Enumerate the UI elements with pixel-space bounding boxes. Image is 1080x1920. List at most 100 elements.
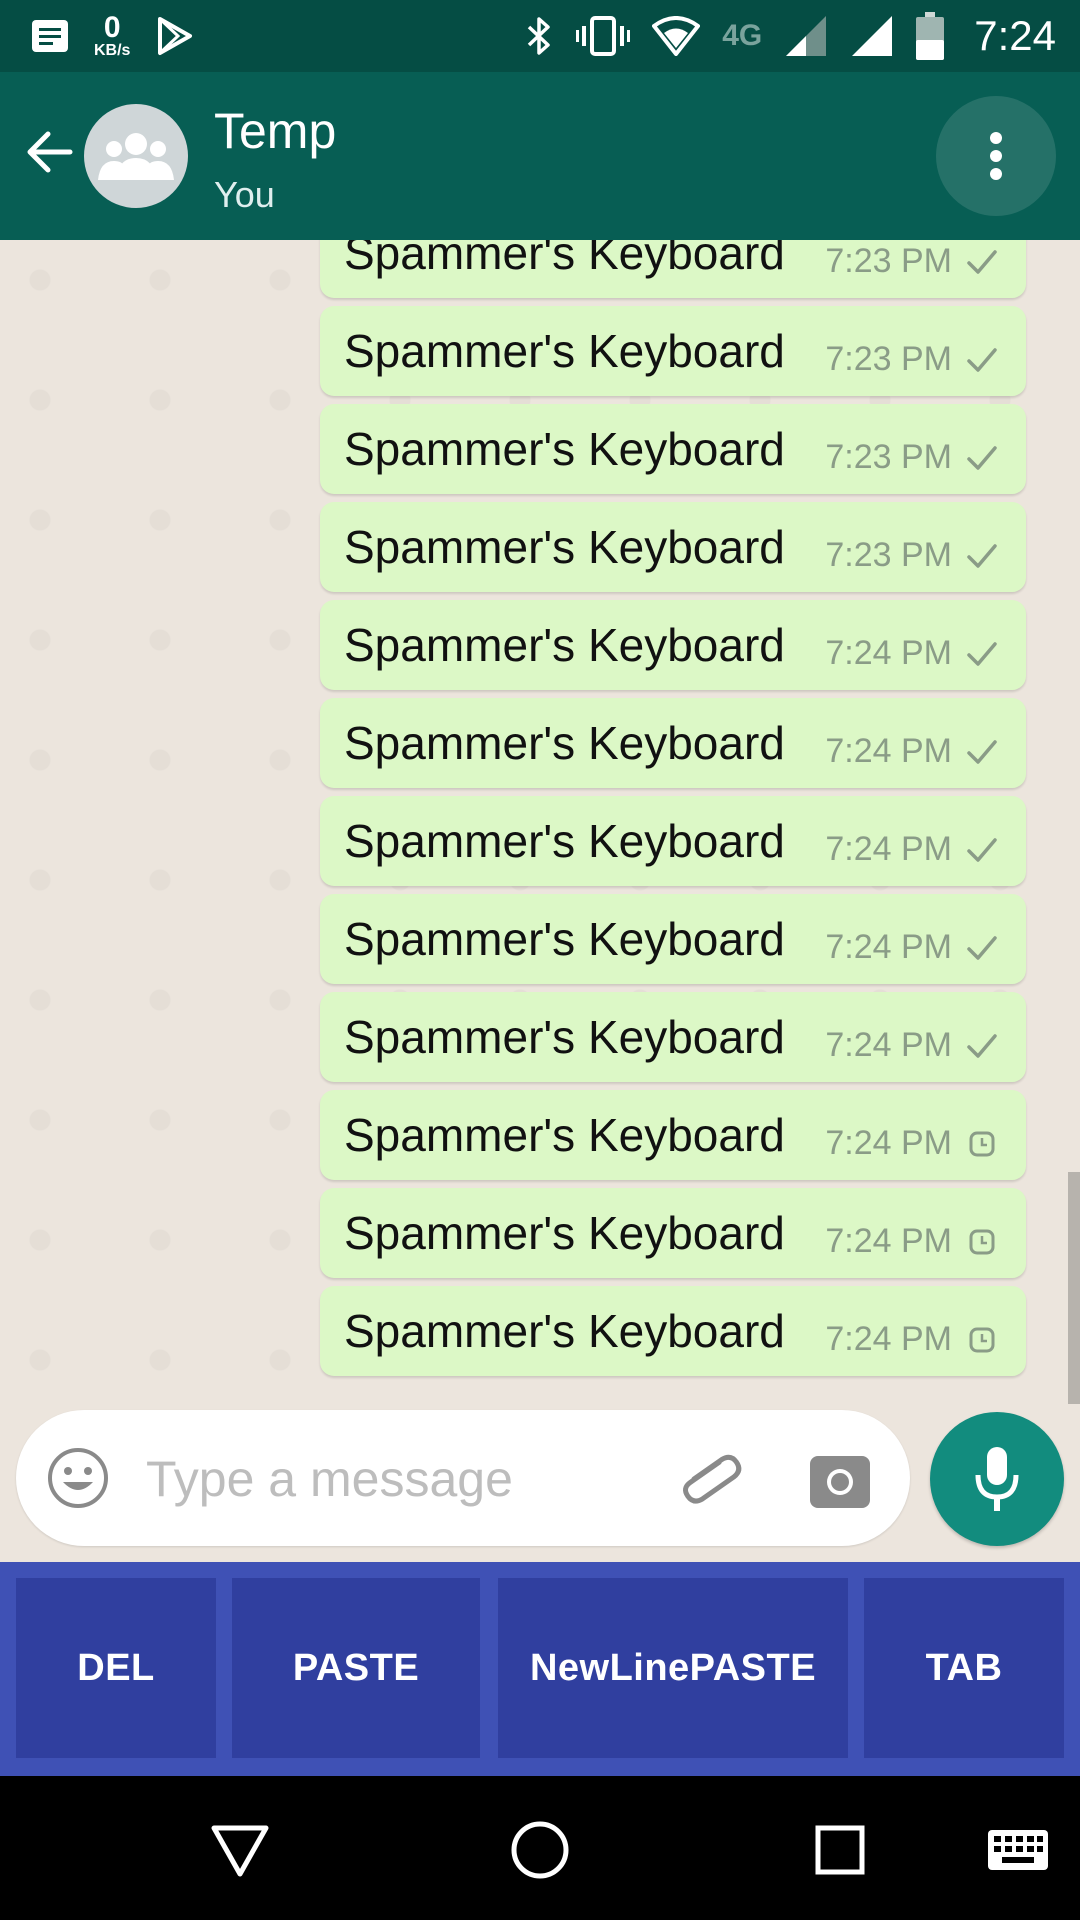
message-bubble[interactable]: Spammer's Keyboard 7:24 PM: [320, 796, 1026, 886]
network-type: 4G: [722, 19, 763, 52]
message-meta: 7:24 PM: [825, 830, 998, 869]
message-composer: [16, 1410, 910, 1546]
group-avatar-icon: [98, 133, 174, 180]
navigation-bar: [0, 1776, 1080, 1920]
status-left: 0 KB/s: [30, 0, 196, 72]
message-bubble[interactable]: Spammer's Keyboard 7:23 PM: [320, 306, 1026, 396]
clock-icon: [969, 1229, 995, 1254]
net-speed-value: 0: [103, 11, 121, 44]
message-bubble[interactable]: Spammer's Keyboard 7:24 PM: [320, 1188, 1026, 1278]
message-bubble[interactable]: Spammer's Keyboard 7:23 PM: [320, 240, 1026, 298]
message-time: 7:24 PM: [825, 732, 952, 770]
check-icon: [967, 543, 997, 568]
message-time: 7:23 PM: [825, 340, 952, 378]
message-meta: 7:24 PM: [825, 732, 998, 771]
mic-button[interactable]: [930, 1412, 1064, 1546]
home-circle-icon[interactable]: [508, 1818, 572, 1882]
chat-header: Temp You: [0, 72, 1080, 240]
message-bubble[interactable]: Spammer's Keyboard 7:24 PM: [320, 698, 1026, 788]
status-right: 4G 7:24: [524, 0, 1056, 72]
play-store-icon: [158, 17, 193, 55]
message-text: Spammer's Keyboard: [344, 1109, 785, 1161]
signal-full-icon: [852, 16, 893, 56]
message-text: Spammer's Keyboard: [344, 717, 785, 769]
check-icon: [967, 249, 997, 274]
key-tab[interactable]: TAB: [864, 1578, 1064, 1758]
custom-keyboard: DEL PASTE NewLinePASTE TAB: [0, 1562, 1080, 1776]
check-icon: [967, 641, 997, 666]
message-bubble[interactable]: Spammer's Keyboard 7:24 PM: [320, 600, 1026, 690]
status-bar: 0 KB/s 4G 7:24: [0, 0, 1080, 72]
keyboard-switch-icon[interactable]: [986, 1818, 1050, 1882]
check-icon: [967, 935, 997, 960]
attach-icon[interactable]: [676, 1448, 746, 1512]
back-arrow-icon[interactable]: [22, 124, 78, 180]
message-time: 7:23 PM: [825, 438, 952, 476]
vibrate-icon: [576, 16, 631, 56]
signal-icon: [786, 16, 827, 56]
notification-icon: [32, 20, 68, 52]
message-time: 7:24 PM: [825, 830, 952, 868]
more-vert-icon: [990, 132, 1002, 180]
message-bubble[interactable]: Spammer's Keyboard 7:23 PM: [320, 502, 1026, 592]
scrollbar-thumb[interactable]: [1068, 1172, 1080, 1404]
message-meta: 7:23 PM: [825, 536, 998, 575]
net-speed-icon: 0 KB/s: [94, 13, 130, 59]
battery-icon: [916, 12, 945, 60]
message-meta: 7:23 PM: [825, 438, 998, 477]
message-text: Spammer's Keyboard: [344, 423, 785, 475]
message-list[interactable]: Spammer's Keyboard 7:23 PM Spammer's Keybo…: [0, 240, 1080, 1562]
message-time: 7:24 PM: [825, 634, 952, 672]
message-bubble[interactable]: Spammer's Keyboard 7:24 PM: [320, 992, 1026, 1082]
message-time: 7:24 PM: [825, 1124, 952, 1162]
key-paste[interactable]: PASTE: [232, 1578, 480, 1758]
back-triangle-icon[interactable]: [208, 1818, 272, 1882]
message-time: 7:24 PM: [825, 1320, 952, 1358]
clock: 7:24: [974, 12, 1056, 59]
bluetooth-icon: [528, 17, 550, 55]
message-bubble[interactable]: Spammer's Keyboard 7:24 PM: [320, 894, 1026, 984]
message-bubble[interactable]: Spammer's Keyboard 7:24 PM: [320, 1286, 1026, 1376]
message-text: Spammer's Keyboard: [344, 325, 785, 377]
chat-title[interactable]: Temp: [214, 102, 336, 160]
message-text: Spammer's Keyboard: [344, 1207, 785, 1259]
check-icon: [967, 445, 997, 470]
message-bubble[interactable]: Spammer's Keyboard 7:23 PM: [320, 404, 1026, 494]
message-meta: 7:23 PM: [825, 340, 998, 379]
mic-icon: [975, 1447, 1019, 1511]
net-speed-unit: KB/s: [94, 42, 131, 59]
check-icon: [967, 739, 997, 764]
recents-square-icon[interactable]: [808, 1818, 872, 1882]
check-icon: [967, 347, 997, 372]
message-text: Spammer's Keyboard: [344, 619, 785, 671]
chat-subtitle[interactable]: You: [214, 174, 275, 216]
message-text: Spammer's Keyboard: [344, 913, 785, 965]
more-options-button[interactable]: [936, 96, 1056, 216]
message-text: Spammer's Keyboard: [344, 815, 785, 867]
message-text: Spammer's Keyboard: [344, 1011, 785, 1063]
clock-icon: [969, 1327, 995, 1352]
message-meta: 7:24 PM: [825, 1124, 998, 1163]
message-time: 7:24 PM: [825, 928, 952, 966]
avatar[interactable]: [84, 104, 188, 208]
message-text: Spammer's Keyboard: [344, 1305, 785, 1357]
key-newline-paste[interactable]: NewLinePASTE: [498, 1578, 848, 1758]
message-meta: 7:24 PM: [825, 1222, 998, 1261]
emoji-icon[interactable]: [46, 1446, 110, 1510]
message-time: 7:24 PM: [825, 1222, 952, 1260]
message-text: Spammer's Keyboard: [344, 240, 785, 279]
check-icon: [967, 1033, 997, 1058]
message-text: Spammer's Keyboard: [344, 521, 785, 573]
message-meta: 7:24 PM: [825, 1320, 998, 1359]
camera-icon[interactable]: [808, 1450, 872, 1510]
message-time: 7:24 PM: [825, 1026, 952, 1064]
clock-icon: [969, 1131, 995, 1156]
message-bubble[interactable]: Spammer's Keyboard 7:24 PM: [320, 1090, 1026, 1180]
message-input[interactable]: [144, 1438, 648, 1520]
message-meta: 7:24 PM: [825, 928, 998, 967]
key-del[interactable]: DEL: [16, 1578, 216, 1758]
check-icon: [967, 837, 997, 862]
message-meta: 7:23 PM: [825, 242, 998, 281]
wifi-icon: [652, 16, 701, 56]
message-meta: 7:24 PM: [825, 1026, 998, 1065]
